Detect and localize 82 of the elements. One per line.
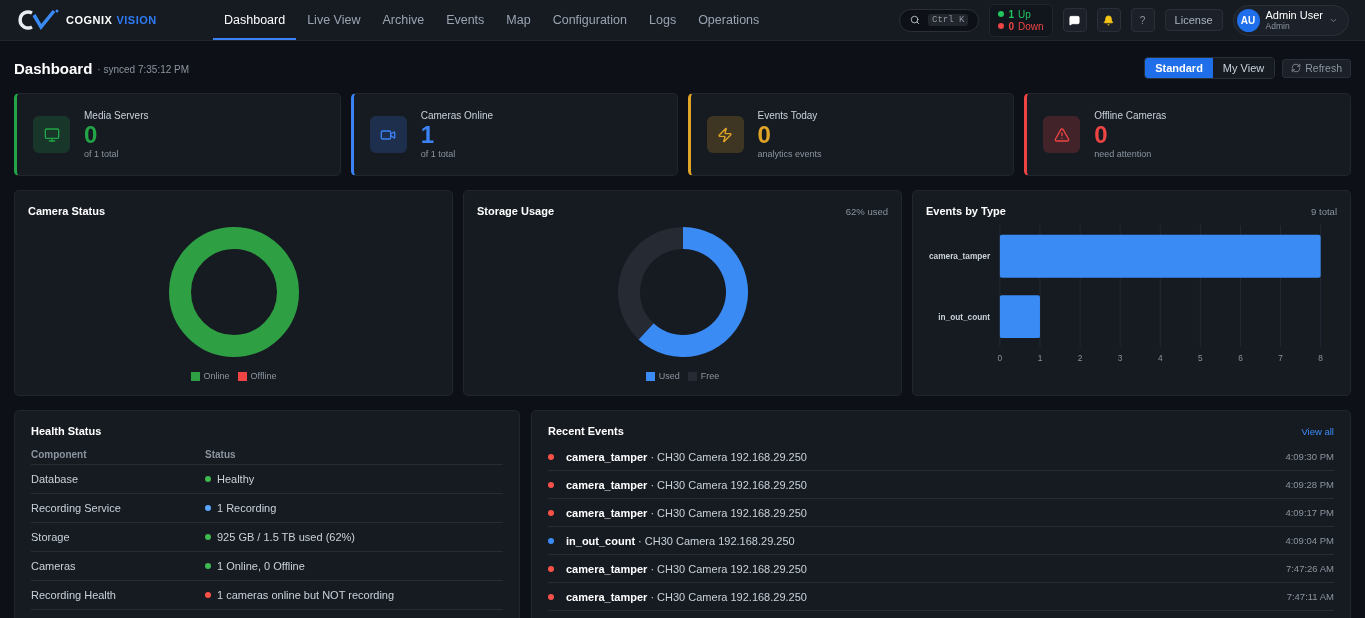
status-line: 0 Down bbox=[998, 20, 1044, 32]
view-toggle[interactable]: My View bbox=[1212, 58, 1275, 78]
stat-value: 1 bbox=[420, 121, 436, 149]
nav-tab[interactable]: Logs bbox=[638, 0, 688, 40]
nav-tab[interactable]: Map bbox=[495, 0, 542, 40]
zap-icon bbox=[706, 116, 744, 153]
total-note: 9 total bbox=[1311, 205, 1337, 217]
stat-label: Offline Cameras bbox=[1094, 110, 1167, 122]
brand-name: VISION bbox=[116, 14, 157, 26]
help-button[interactable]: ? bbox=[1130, 8, 1155, 32]
user-name: Admin User bbox=[1265, 9, 1323, 21]
nav-tab[interactable]: Live View bbox=[296, 0, 372, 40]
legend-item: Offline bbox=[237, 371, 277, 381]
legend-item: Used bbox=[645, 371, 680, 381]
card-title: Events by Type bbox=[926, 205, 1006, 217]
messages-button[interactable] bbox=[1062, 8, 1087, 32]
stat-label: Cameras Online bbox=[420, 110, 493, 122]
table-cell: Recording Service bbox=[31, 493, 205, 523]
event-text: camera_tamper · CH30 Camera 192.168.29.250 bbox=[566, 562, 808, 575]
stat-caption: of 1 total bbox=[420, 148, 457, 159]
column-header: Component bbox=[31, 445, 205, 465]
nav-tab[interactable]: Events bbox=[435, 0, 496, 40]
event-time: 7:47:11 AM bbox=[1286, 591, 1334, 602]
nav-tab[interactable]: Archive bbox=[371, 0, 436, 40]
usage-note: 62% used bbox=[845, 205, 888, 217]
event-time: 4:09:30 PM bbox=[1285, 451, 1334, 462]
card-title: Camera Status bbox=[28, 205, 106, 217]
user-role: Admin bbox=[1265, 20, 1291, 31]
stat-label: Media Servers bbox=[84, 110, 149, 122]
event-text: camera_tamper · CH30 Camera 192.168.29.250 bbox=[566, 450, 808, 463]
stat-caption: analytics events bbox=[757, 148, 822, 159]
alert-icon bbox=[1043, 116, 1081, 153]
event-time: 4:09:04 PM bbox=[1285, 535, 1334, 546]
stat-label: Events Today bbox=[757, 110, 819, 122]
search-icon bbox=[910, 15, 921, 25]
stat-value: 0 bbox=[1094, 121, 1109, 149]
event-text: camera_tamper · CH30 Camera 192.168.29.250 bbox=[566, 478, 808, 491]
table-cell: Healthy bbox=[205, 473, 503, 485]
table-cell: 1 Recording bbox=[205, 502, 503, 514]
column-header: Status bbox=[205, 445, 503, 465]
refresh-icon bbox=[1291, 63, 1302, 73]
stat-value: 0 bbox=[757, 121, 772, 149]
license-button[interactable]: License bbox=[1164, 9, 1223, 31]
view-toggle[interactable]: Standard bbox=[1145, 58, 1213, 78]
event-time: 7:47:26 AM bbox=[1285, 563, 1334, 574]
page-title: Dashboard bbox=[14, 59, 93, 77]
legend-item: Free bbox=[687, 371, 720, 381]
sync-time: · synced 7:35:12 PM bbox=[97, 64, 190, 75]
stat-caption: need attention bbox=[1094, 148, 1153, 159]
table-cell: 925 GB / 1.5 TB used (62%) bbox=[205, 531, 503, 543]
legend-item: Online bbox=[190, 371, 230, 381]
refresh-button[interactable]: Refresh bbox=[1282, 58, 1351, 78]
chat-icon bbox=[1069, 14, 1081, 26]
bell-icon bbox=[1103, 14, 1115, 26]
stat-caption: of 1 total bbox=[84, 148, 120, 159]
user-avatar: AU bbox=[1236, 8, 1260, 32]
monitor-icon bbox=[33, 116, 70, 153]
table-cell: 1 Online, 0 Offline bbox=[205, 560, 503, 572]
stat-value: 0 bbox=[84, 121, 99, 149]
table-cell: Storage bbox=[31, 522, 205, 552]
notifications-button[interactable] bbox=[1096, 8, 1121, 32]
nav-tab[interactable]: Configuration bbox=[541, 0, 639, 40]
table-cell: Database bbox=[31, 464, 205, 494]
event-text: camera_tamper · CH30 Camera 192.168.29.250 bbox=[566, 590, 808, 603]
card-title: Health Status bbox=[31, 425, 103, 437]
brand-name: COGNIX bbox=[66, 14, 113, 26]
search-button[interactable]: Ctrl K bbox=[899, 8, 980, 32]
shortcut-key: Ctrl K bbox=[928, 14, 969, 26]
table-cell: Recording Health bbox=[31, 580, 205, 610]
table-cell: 1 cameras online but NOT recording bbox=[205, 589, 503, 601]
event-text: camera_tamper · CH30 Camera 192.168.29.250 bbox=[566, 506, 808, 519]
video-icon bbox=[369, 116, 407, 153]
event-time: 4:09:28 PM bbox=[1285, 479, 1334, 490]
status-line: 1 Up bbox=[998, 8, 1044, 20]
nav-tab[interactable]: Operations bbox=[687, 0, 771, 40]
nav-tab[interactable]: Dashboard bbox=[213, 0, 297, 40]
table-cell: Cameras bbox=[31, 551, 205, 581]
event-time: 4:09:17 PM bbox=[1285, 507, 1334, 518]
card-title: Storage Usage bbox=[477, 205, 555, 217]
view-all-link[interactable]: View all bbox=[1301, 425, 1334, 437]
event-text: in_out_count · CH30 Camera 192.168.29.250 bbox=[566, 534, 796, 547]
card-title: Recent Events bbox=[548, 425, 624, 437]
